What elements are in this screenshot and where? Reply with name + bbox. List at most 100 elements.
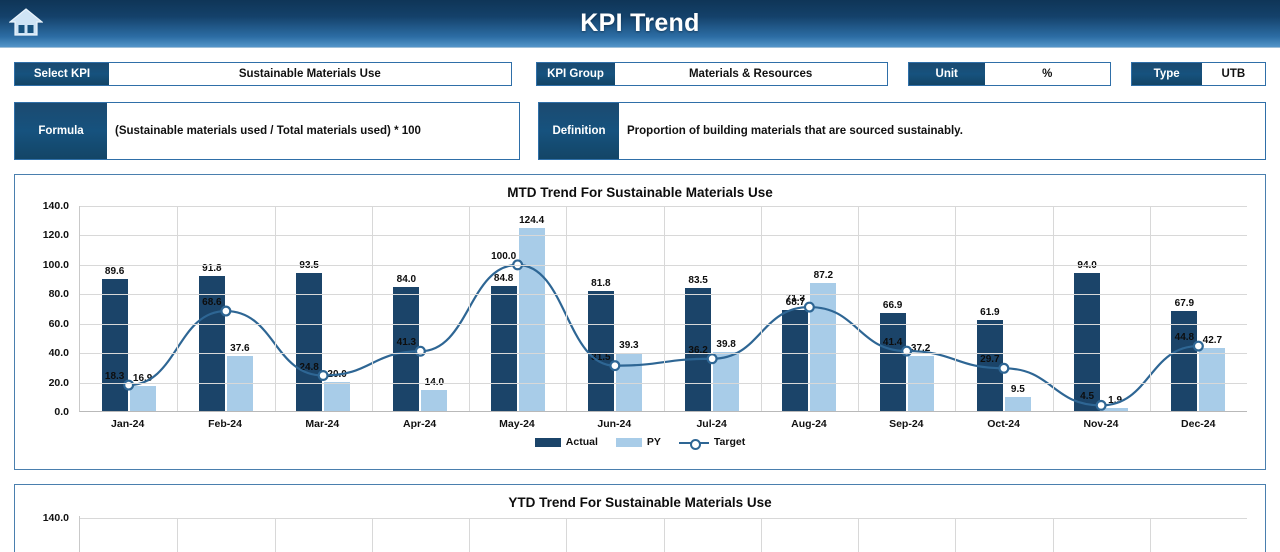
data-label-target: 29.7 [980,354,1000,366]
legend-swatch-actual [534,437,561,447]
data-label-actual: 83.5 [688,275,708,287]
gridline-vertical [566,518,568,552]
select-kpi-field[interactable]: Select KPI Sustainable Materials Use [14,62,512,86]
chart-category-group: 81.8 39.3 31.5 [566,206,663,411]
data-label-target: 41.4 [882,337,903,349]
formula-label: Formula [15,103,107,159]
mtd-x-axis: Jan-24 Feb-24 Mar-24 Apr-24 May-24 Jun-24 Jul-… [79,414,1247,434]
gridline-vertical [566,206,568,411]
ytd-plot-area [79,516,1247,552]
y-axis-tick: 0.0 [54,406,69,418]
app-header: KPI Trend [0,0,1280,48]
kpi-selector-row: Select KPI Sustainable Materials Use KPI… [0,62,1280,86]
legend-label-target: Target [713,436,746,448]
page-title: KPI Trend [580,9,700,37]
data-label-actual: 66.9 [882,299,903,311]
legend-item-actual: Actual [534,436,598,448]
x-axis-label: Feb-24 [208,418,242,430]
ytd-chart-panel: YTD Trend For Sustainable Materials Use … [14,484,1266,552]
gridline-vertical [1052,518,1054,552]
definition-value: Proportion of building materials that ar… [619,103,1265,159]
x-axis-label: Sep-24 [889,418,924,430]
data-label-target: 4.5 [1080,391,1095,403]
legend-swatch-py [615,437,642,447]
x-axis-label: Nov-24 [1083,418,1119,430]
bar-py [1102,408,1129,411]
gridline-vertical [663,518,665,552]
chart-category-group: 84.8 124.4 100.0 [469,206,566,411]
select-kpi-label: Select KPI [15,63,109,85]
data-label-target: 100.0 [491,250,517,262]
x-axis-label: Jun-24 [597,418,632,430]
x-axis-label: Jan-24 [111,418,145,430]
bar-py [129,386,156,411]
data-label-target: 44.8 [1174,332,1195,344]
mtd-target-line [123,259,1204,411]
x-axis-label: Aug-24 [791,418,827,430]
target-marker [901,345,913,357]
target-marker [803,301,815,313]
home-button[interactable] [4,2,48,46]
y-axis-tick: 40.0 [48,347,69,360]
chart-category-group: 66.9 37.2 41.4 [858,206,955,411]
legend-swatch-target [678,438,709,450]
y-axis-tick: 60.0 [48,317,69,330]
y-axis-tick: 80.0 [48,288,69,301]
kpi-group-field[interactable]: KPI Group Materials & Resources [535,62,888,86]
kpi-group-value[interactable]: Materials & Resources [614,63,887,85]
gridline-vertical [1149,206,1151,411]
gridline-vertical [955,518,957,552]
target-marker [609,360,621,372]
gridline-vertical [469,206,470,411]
x-axis-label: Oct-24 [987,418,1020,430]
legend-item-py: PY [615,436,661,448]
data-label-py: 87.2 [813,269,834,281]
unit-field[interactable]: Unit % [907,62,1111,86]
mtd-chart-title: MTD Trend For Sustainable Materials Use [507,185,773,200]
chart-category-group: 83.5 39.8 36.2 [664,206,761,411]
definition-field: Definition Proportion of building materi… [538,102,1266,160]
data-label-py: 9.5 [1010,384,1025,396]
select-kpi-value[interactable]: Sustainable Materials Use [109,63,511,85]
data-label-py: 39.3 [619,340,639,352]
definition-label: Definition [539,103,619,159]
data-label-actual: 84.0 [396,274,417,286]
bar-actual [782,309,809,411]
data-label-actual: 61.9 [980,306,1000,318]
bar-actual [879,312,906,411]
unit-label: Unit [908,63,985,85]
bar-py [1199,348,1226,411]
data-label-py: 42.7 [1202,335,1223,347]
data-label-target: 18.3 [104,371,125,383]
mtd-chart-panel: MTD Trend For Sustainable Materials Use … [14,174,1266,470]
gridline-vertical [274,518,276,552]
gridline-vertical [663,206,665,411]
x-axis-label: May-24 [499,418,535,430]
y-axis-tick: 140.0 [42,200,69,212]
chart-category-group: 84.0 14.0 41.3 [372,206,469,411]
ytd-y-axis: 140.0 [23,512,75,552]
gridline-vertical [177,206,179,411]
mtd-y-axis: 0.0 20.0 40.0 60.0 80.0 100.0 120.0 140.0 [23,200,75,418]
type-value[interactable]: UTB [1201,63,1266,85]
legend-label-py: PY [646,436,661,448]
type-field[interactable]: Type UTB [1130,62,1267,86]
mtd-chart-area: 0.0 20.0 40.0 60.0 80.0 100.0 120.0 140.0 89.6 1… [23,200,1257,434]
gridline-vertical [177,518,179,552]
gridline-vertical [760,518,762,552]
kpi-info-row: Formula (Sustainable materials used / To… [0,102,1280,160]
target-marker [998,362,1010,374]
type-label: Type [1131,63,1202,85]
mtd-plot-area: 89.6 16.9 18.3 91.8 37.6 68.6 93.5 20.0 24.8 84.0… [79,206,1247,412]
target-marker [1192,340,1204,352]
formula-value: (Sustainable materials used / Total mate… [107,103,519,159]
data-label-py: 39.8 [716,339,736,351]
unit-value[interactable]: % [984,63,1110,85]
legend-item-target: Target [678,436,746,450]
gridline-vertical [371,206,373,411]
bar-actual [490,286,517,411]
bar-py [1004,397,1031,411]
ytd-chart-area: 140.0 [23,512,1257,552]
x-axis-label: Jul-24 [696,418,727,430]
gridline-vertical [274,206,276,411]
